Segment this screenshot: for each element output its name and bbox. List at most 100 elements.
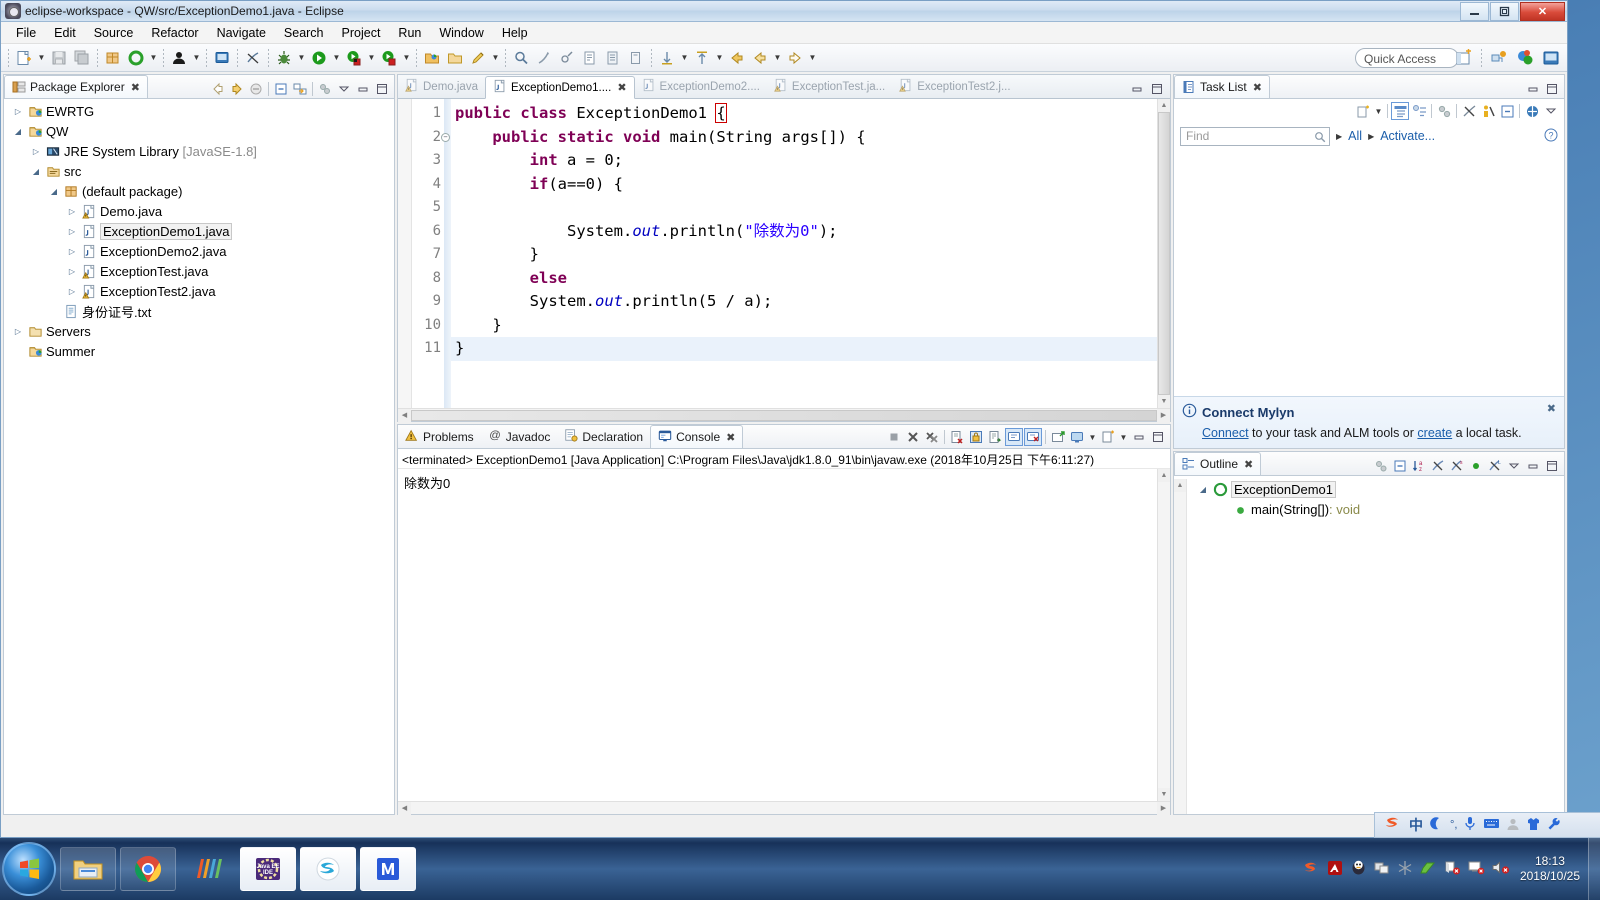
- chevron-down-icon[interactable]: ◢: [46, 183, 62, 199]
- maximize-console-icon[interactable]: [1149, 428, 1167, 446]
- tray-monitor-icon[interactable]: [1468, 860, 1485, 878]
- filter-completed-icon[interactable]: [1460, 102, 1478, 120]
- chevron-right-icon[interactable]: ▷: [10, 103, 26, 119]
- marker-bar[interactable]: [398, 99, 412, 408]
- forward-icon[interactable]: [784, 47, 806, 69]
- hide-non-public-icon[interactable]: [1467, 457, 1485, 475]
- view-menu-icon[interactable]: [1505, 457, 1523, 475]
- run-external-tools-icon[interactable]: [343, 47, 365, 69]
- skip-breakpoints-icon[interactable]: [242, 47, 264, 69]
- remove-launch-icon[interactable]: [904, 428, 922, 446]
- categorized-presentation-icon[interactable]: [1391, 102, 1409, 120]
- minimize-editor-icon[interactable]: [1128, 80, 1146, 98]
- menu-refactor[interactable]: Refactor: [142, 24, 207, 42]
- code-line[interactable]: System.out.println("除数为0");: [451, 220, 1157, 244]
- task-find-input[interactable]: Find: [1180, 126, 1330, 146]
- code-line[interactable]: else: [451, 267, 1157, 291]
- tray-network-error-icon[interactable]: [1444, 860, 1461, 878]
- outline-item[interactable]: ◢ ExceptionDemo1: [1187, 479, 1564, 499]
- focus-active-task-icon[interactable]: [1372, 457, 1390, 475]
- back-arrow-icon[interactable]: [209, 80, 227, 98]
- filter-all-link[interactable]: All: [1348, 129, 1362, 143]
- next-edit-icon[interactable]: [691, 47, 713, 69]
- scroll-lock-icon[interactable]: [967, 428, 985, 446]
- tray-qq-icon[interactable]: [1350, 859, 1367, 879]
- chevron-right-icon[interactable]: ▷: [64, 203, 80, 219]
- scroll-right-arrow[interactable]: ▶: [1157, 408, 1170, 422]
- console-tab[interactable]: Problems: [398, 425, 481, 448]
- scroll-up-arrow[interactable]: ▲: [1174, 479, 1186, 492]
- save-all-icon[interactable]: [71, 47, 93, 69]
- ime-keyboard-icon[interactable]: [1483, 817, 1500, 833]
- taskbar-eclipse-icon[interactable]: Java EE IDE: [240, 847, 296, 891]
- ime-skin-icon[interactable]: [1526, 817, 1541, 834]
- chevron-right-icon[interactable]: ▷: [64, 223, 80, 239]
- scroll-left-arrow[interactable]: ◀: [398, 801, 411, 815]
- tab-task-list[interactable]: Task List ✖: [1174, 75, 1270, 98]
- last-edit-icon[interactable]: [625, 47, 647, 69]
- open-perspective-icon[interactable]: [421, 47, 443, 69]
- quick-access-input[interactable]: Quick Access: [1355, 48, 1459, 68]
- chevron-down-icon[interactable]: ◢: [1195, 481, 1211, 497]
- refresh-icon[interactable]: [125, 47, 147, 69]
- maximize-view-icon[interactable]: [1543, 457, 1561, 475]
- editor-code-area[interactable]: 1 2− 3 4 5 6 7 8 9 10 11 public class ExceptionDem…: [398, 99, 1170, 408]
- taskbar-explorer-icon[interactable]: [60, 847, 116, 891]
- display-selected-console-icon[interactable]: [1068, 428, 1086, 446]
- new-dropdown-arrow[interactable]: ▼: [36, 47, 47, 69]
- new-task-icon[interactable]: [1354, 102, 1372, 120]
- synchronize-changed-icon[interactable]: [1523, 102, 1541, 120]
- scroll-thumb-h[interactable]: [411, 409, 1157, 421]
- mark-dropdown-arrow[interactable]: ▼: [679, 47, 690, 69]
- close-icon[interactable]: ✖: [726, 431, 735, 444]
- tree-item[interactable]: ◢ QW: [4, 121, 394, 141]
- show-console-on-error-icon[interactable]: [1024, 428, 1042, 446]
- scroll-thumb[interactable]: [1158, 112, 1170, 395]
- minimize-view-icon[interactable]: [1524, 80, 1542, 98]
- minimize-view-icon[interactable]: [354, 80, 372, 98]
- outline-vertical-scrollbar[interactable]: ▲: [1174, 479, 1187, 814]
- close-icon[interactable]: ✖: [131, 81, 140, 94]
- tree-item[interactable]: ▷ ExceptionTest.java: [4, 261, 394, 281]
- tray-network-share-icon[interactable]: [1374, 860, 1390, 879]
- focus-on-workweek-icon[interactable]: [1435, 102, 1453, 120]
- chevron-right-icon[interactable]: ▷: [64, 243, 80, 259]
- code-line[interactable]: }: [451, 337, 1157, 361]
- close-icon[interactable]: ✖: [1244, 458, 1253, 471]
- code-line[interactable]: if(a==0) {: [451, 173, 1157, 197]
- tree-item[interactable]: ▷ Servers: [4, 321, 394, 341]
- activate-link[interactable]: Activate...: [1380, 129, 1435, 143]
- pin-console-icon[interactable]: [1049, 428, 1067, 446]
- previous-annotation-icon[interactable]: [602, 47, 624, 69]
- hierarchy-icon[interactable]: [533, 47, 555, 69]
- debug-dropdown-arrow[interactable]: ▼: [296, 47, 307, 69]
- chevron-right-icon[interactable]: ▷: [64, 283, 80, 299]
- editor-tab[interactable]: Demo.java: [398, 75, 485, 98]
- scheduled-presentation-icon[interactable]: [1410, 102, 1428, 120]
- tree-item[interactable]: ▷ ExceptionTest2.java: [4, 281, 394, 301]
- help-icon[interactable]: ?: [1544, 128, 1558, 145]
- forward-dropdown-arrow[interactable]: ▼: [807, 47, 818, 69]
- tree-item[interactable]: ◢ src: [4, 161, 394, 181]
- back-dropdown-arrow[interactable]: ▼: [772, 47, 783, 69]
- tree-item[interactable]: ◢ (default package): [4, 181, 394, 201]
- code-line[interactable]: [451, 196, 1157, 220]
- mylyn-create-link[interactable]: create: [1417, 426, 1452, 440]
- ime-punctuation-icon[interactable]: °,: [1450, 819, 1457, 831]
- ime-sogou-logo[interactable]: [1383, 814, 1403, 837]
- outline-item[interactable]: main(String[]) : void: [1187, 499, 1564, 519]
- code-line[interactable]: }: [451, 314, 1157, 338]
- tray-snowflake-icon[interactable]: [1397, 860, 1413, 879]
- minimize-view-icon[interactable]: [1524, 457, 1542, 475]
- sort-alphabetically-icon[interactable]: az: [1410, 457, 1428, 475]
- collapse-all-icon[interactable]: [272, 80, 290, 98]
- tray-volume-muted-icon[interactable]: [1492, 860, 1510, 878]
- minimize-button[interactable]: [1460, 2, 1489, 21]
- annotation-icon[interactable]: [556, 47, 578, 69]
- chevron-right-icon[interactable]: ▷: [10, 323, 26, 339]
- menu-navigate[interactable]: Navigate: [208, 24, 275, 42]
- open-resource-icon[interactable]: [444, 47, 466, 69]
- run-dropdown-arrow[interactable]: ▼: [331, 47, 342, 69]
- tree-item[interactable]: ▷ EWRTG: [4, 101, 394, 121]
- collapse-all-icon[interactable]: [1498, 102, 1516, 120]
